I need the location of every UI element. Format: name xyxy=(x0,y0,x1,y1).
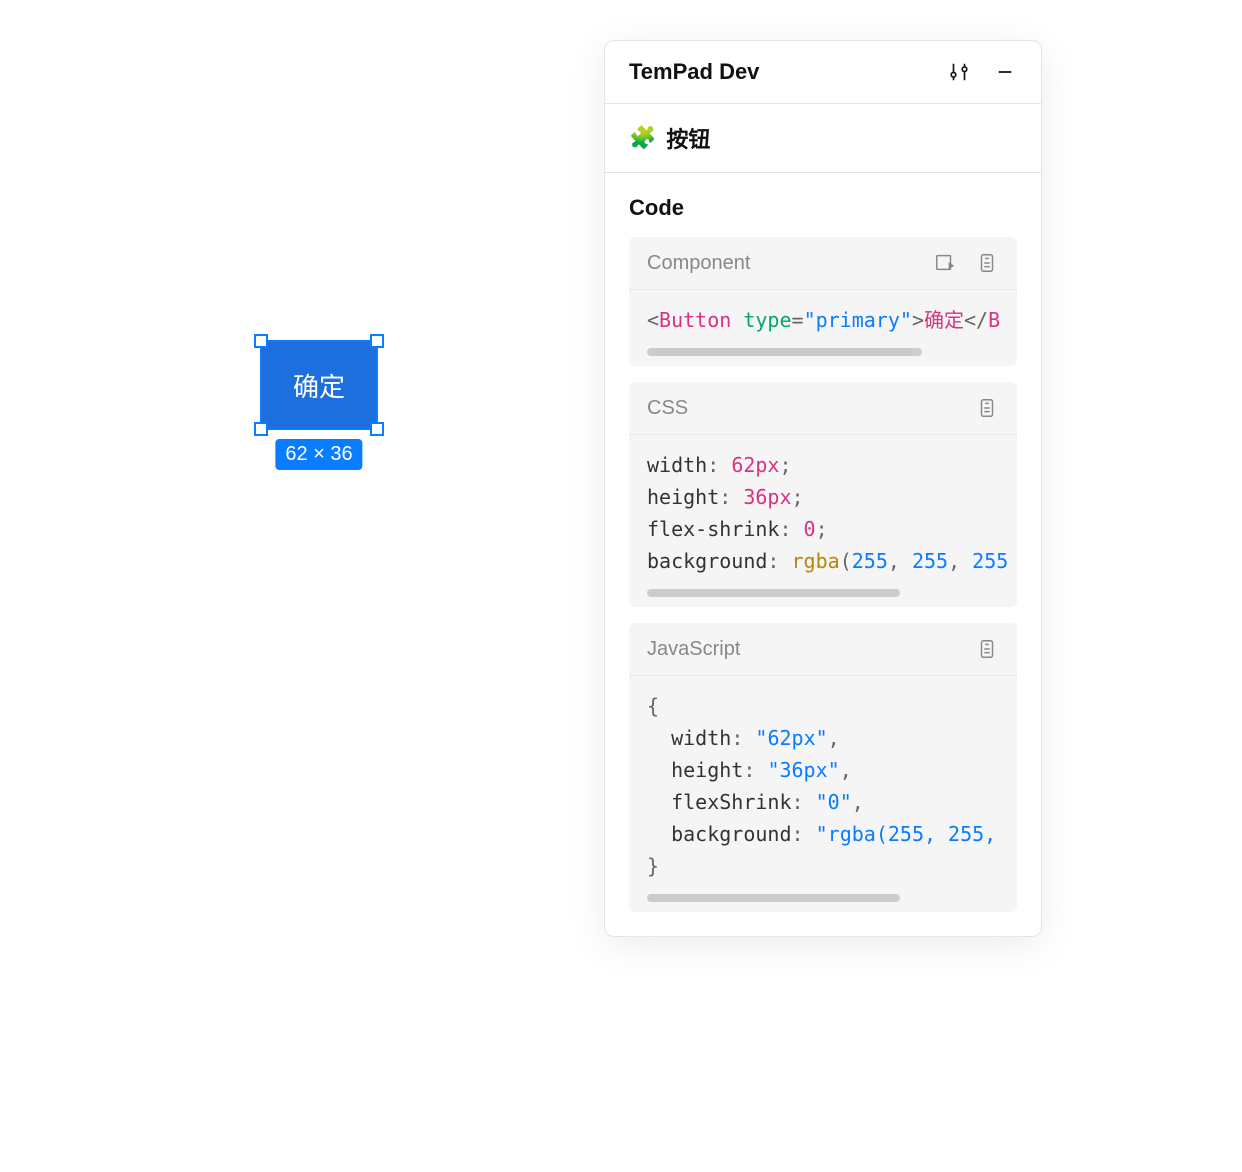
component-code-body[interactable]: <Button type="primary">确定</B xyxy=(629,290,1017,346)
resize-handle-tr[interactable] xyxy=(370,334,384,348)
preview-icon[interactable] xyxy=(933,251,957,275)
inspector-panel: TemPad Dev 🧩 按钮 Code xyxy=(604,40,1042,937)
component-panel-title: Component xyxy=(647,252,750,275)
resize-handle-bl[interactable] xyxy=(254,422,268,436)
scrollbar-thumb[interactable] xyxy=(647,589,900,597)
css-scrollbar[interactable] xyxy=(647,589,999,597)
scrollbar-thumb[interactable] xyxy=(647,348,922,356)
copy-icon[interactable] xyxy=(975,637,999,661)
css-code-body[interactable]: width: 62px; height: 36px; flex-shrink: … xyxy=(629,435,1017,587)
button-preview[interactable]: 确定 62 × 36 xyxy=(260,340,378,430)
scrollbar-thumb[interactable] xyxy=(647,894,900,902)
size-badge: 62 × 36 xyxy=(275,439,362,470)
component-code-panel: Component xyxy=(629,237,1017,366)
panel-header: TemPad Dev xyxy=(605,41,1041,104)
panel-title: TemPad Dev xyxy=(629,59,759,85)
component-name: 按钮 xyxy=(666,122,710,154)
js-code-panel: JavaScript { width: "62px", heig xyxy=(629,623,1017,912)
copy-icon[interactable] xyxy=(975,396,999,420)
component-scrollbar[interactable] xyxy=(647,348,999,356)
minimize-icon[interactable] xyxy=(993,60,1017,84)
design-canvas[interactable]: 确定 62 × 36 xyxy=(0,0,580,1172)
js-scrollbar[interactable] xyxy=(647,894,999,902)
js-panel-title: JavaScript xyxy=(647,638,740,661)
component-icon: 🧩 xyxy=(629,125,656,151)
code-section-title: Code xyxy=(605,173,1041,237)
resize-handle-tl[interactable] xyxy=(254,334,268,348)
css-panel-title: CSS xyxy=(647,397,688,420)
resize-handle-br[interactable] xyxy=(370,422,384,436)
selected-element[interactable]: 确定 62 × 36 xyxy=(260,340,378,430)
panel-subheader: 🧩 按钮 xyxy=(605,104,1041,173)
copy-icon[interactable] xyxy=(975,251,999,275)
settings-icon[interactable] xyxy=(947,60,971,84)
js-code-body[interactable]: { width: "62px", height: "36px", flexShr… xyxy=(629,676,1017,892)
css-code-panel: CSS width: 62px; height: 36px; flex- xyxy=(629,382,1017,607)
button-preview-label: 确定 xyxy=(293,367,345,404)
